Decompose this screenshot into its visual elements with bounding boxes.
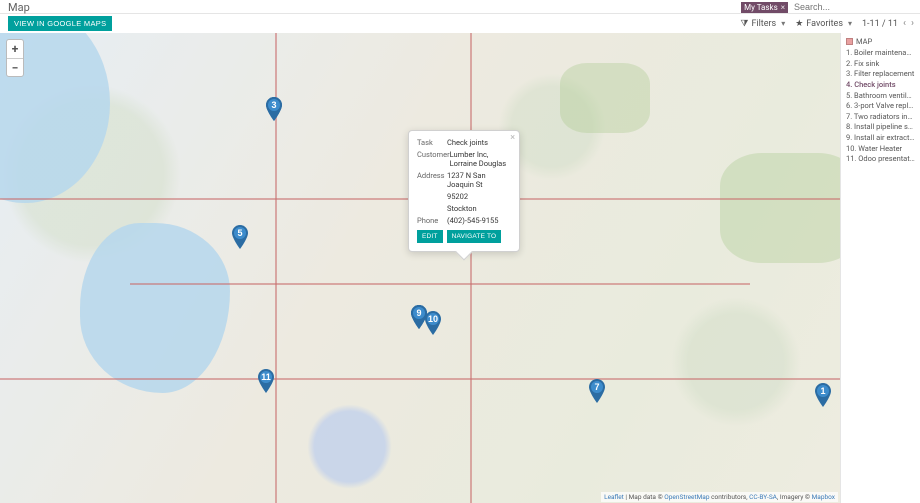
legend-item[interactable]: 2. Fix sink — [846, 60, 915, 69]
map-pin-3[interactable]: 3 — [266, 97, 282, 121]
legend-item[interactable]: 10. Water Heater — [846, 145, 915, 154]
pager-text: 1-11 / 11 — [862, 19, 898, 29]
map-pin-11[interactable]: 11 — [258, 369, 274, 393]
map-pin-7[interactable]: 7 — [589, 379, 605, 403]
map-road — [470, 33, 472, 503]
mapbox-link[interactable]: Mapbox — [812, 493, 835, 501]
zoom-controls: + − — [6, 39, 24, 77]
popup-value-address3: Stockton — [447, 204, 511, 213]
map-canvas[interactable]: + − 1234567891011 × Task Check joints Cu… — [0, 33, 920, 503]
legend-swatch-icon — [846, 38, 853, 45]
zoom-in-button[interactable]: + — [7, 40, 23, 58]
popup-value-phone: (402)-545-9155 — [447, 216, 511, 225]
svg-text:3: 3 — [271, 100, 276, 110]
search-facet-my-tasks[interactable]: My Tasks × — [741, 2, 788, 13]
legend-panel: MAP 1. Boiler maintenance 2. Fix sink3. F… — [840, 33, 920, 503]
legend-item[interactable]: 3. Filter replacement — [846, 70, 915, 79]
navigate-to-button[interactable]: NAVIGATE TO — [447, 230, 502, 243]
legend-item[interactable]: 4. Check joints — [846, 81, 915, 90]
legend-list: 1. Boiler maintenance 2. Fix sink3. Filte… — [846, 49, 915, 164]
popup-label-customer: Customer — [417, 150, 450, 168]
legend-title: MAP — [846, 37, 915, 46]
legend-item[interactable]: 8. Install pipeline system — [846, 123, 915, 132]
pager: 1-11 / 11 ‹ › — [862, 18, 914, 29]
cc-link[interactable]: CC-BY-SA — [749, 493, 777, 501]
favorites-label: Favorites — [806, 19, 843, 29]
svg-text:9: 9 — [416, 308, 421, 318]
map-road — [0, 378, 840, 380]
legend-item[interactable]: 7. Two radiators installation — [846, 113, 915, 122]
leaflet-link[interactable]: Leaflet — [604, 493, 624, 501]
filters-label: Filters — [751, 19, 776, 29]
view-in-google-maps-button[interactable]: VIEW IN GOOGLE MAPS — [8, 16, 112, 31]
header-tools: ⧩ Filters ★ Favorites 1-11 / 11 ‹ › — [740, 14, 914, 33]
pager-next[interactable]: › — [911, 18, 914, 29]
popup-value-customer: Lumber Inc, Lorraine Douglas — [450, 150, 511, 168]
svg-text:1: 1 — [820, 386, 825, 396]
zoom-out-button[interactable]: − — [7, 58, 23, 76]
legend-item[interactable]: 11. Odoo presentation — [846, 155, 915, 164]
favorites-dropdown[interactable]: ★ Favorites — [795, 19, 852, 29]
popup-label-task: Task — [417, 138, 447, 147]
page-title: Map — [8, 0, 30, 14]
svg-text:10: 10 — [428, 314, 438, 324]
header-row-1: Map My Tasks × — [0, 0, 920, 14]
filters-dropdown[interactable]: ⧩ Filters — [740, 19, 785, 29]
star-icon: ★ — [795, 19, 803, 29]
popup-label-phone: Phone — [417, 216, 447, 225]
legend-item[interactable]: 5. Bathroom ventilation — [846, 92, 915, 101]
map-pin-10[interactable]: 10 — [425, 311, 441, 335]
map-pin-5[interactable]: 5 — [232, 225, 248, 249]
search-facet-label: My Tasks — [744, 3, 778, 12]
svg-text:5: 5 — [237, 228, 242, 238]
funnel-icon: ⧩ — [740, 19, 748, 29]
osm-link[interactable]: OpenStreetMap — [664, 493, 709, 501]
map-park — [720, 153, 860, 263]
popup-label-address: Address — [417, 171, 447, 189]
map-pin-1[interactable]: 1 — [815, 383, 831, 407]
svg-text:11: 11 — [261, 372, 271, 382]
popup-value-task: Check joints — [447, 138, 511, 147]
marker-popup: × Task Check joints Customer Lumber Inc,… — [408, 130, 520, 252]
popup-value-address2: 95202 — [447, 192, 511, 201]
header-row-2: VIEW IN GOOGLE MAPS ⧩ Filters ★ Favorite… — [0, 14, 920, 33]
search-input[interactable] — [792, 1, 912, 13]
legend-item[interactable]: 6. 3-port Valve replacement — [846, 102, 915, 111]
pager-prev[interactable]: ‹ — [903, 18, 906, 29]
close-icon[interactable]: × — [781, 3, 785, 12]
legend-item[interactable]: 9. Install air extractor — [846, 134, 915, 143]
edit-button[interactable]: EDIT — [417, 230, 443, 243]
map-attribution: Leaflet | Map data © OpenStreetMap contr… — [601, 492, 838, 502]
map-park — [560, 63, 650, 133]
popup-value-address1: 1237 N San Joaquin St — [447, 171, 511, 189]
map-road — [130, 283, 750, 285]
legend-item[interactable]: 1. Boiler maintenance — [846, 49, 915, 58]
close-icon[interactable]: × — [510, 133, 515, 143]
legend-title-text: MAP — [856, 37, 872, 46]
searchbar: My Tasks × — [741, 0, 912, 14]
svg-text:7: 7 — [594, 382, 599, 392]
